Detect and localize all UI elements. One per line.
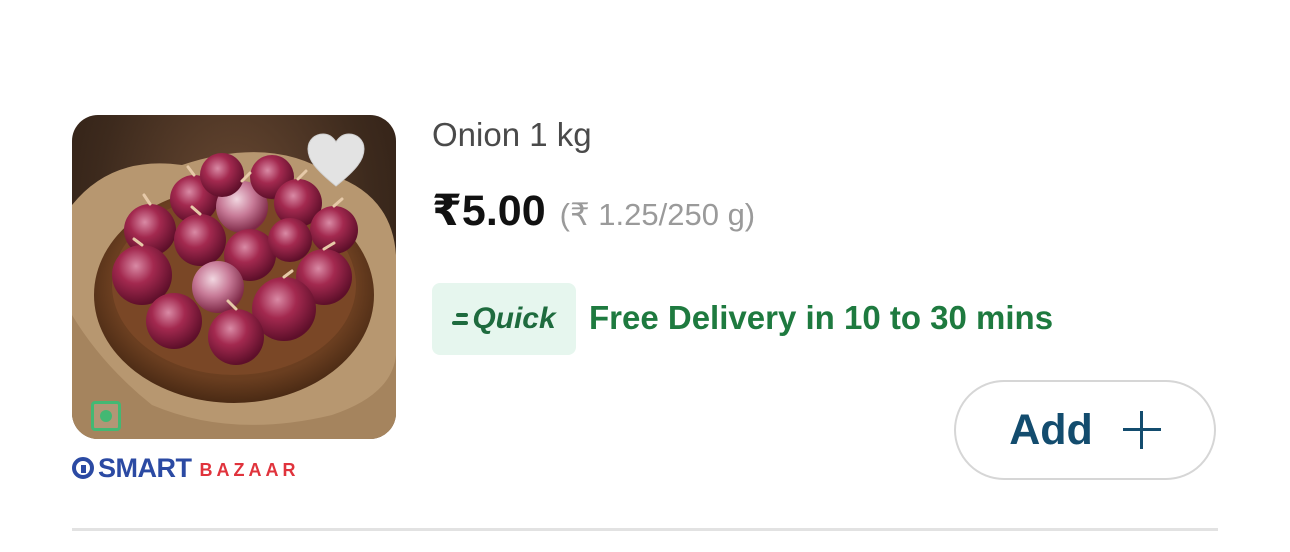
- add-button-label: Add: [1009, 405, 1093, 454]
- product-price: ₹5.00: [432, 187, 546, 235]
- delivery-info: Free Delivery in 10 to 30 mins: [589, 299, 1054, 336]
- speed-lines-icon: [452, 312, 470, 326]
- add-to-cart-button[interactable]: Add: [954, 380, 1216, 480]
- divider: [72, 528, 1218, 531]
- veg-mark-icon: [91, 401, 121, 431]
- quick-delivery-badge: Quick: [432, 283, 576, 355]
- unit-price: (₹ 1.25/250 g): [559, 197, 756, 232]
- product-card[interactable]: SMART BAZAAR Onion 1 kg ₹5.00 (₹ 1.25/25…: [0, 0, 1290, 552]
- brand-name-primary: SMART: [98, 452, 192, 483]
- brand-logo: SMART BAZAAR: [72, 452, 300, 484]
- quick-badge-label: Quick: [472, 302, 556, 335]
- price-row: ₹5.00 (₹ 1.25/250 g): [432, 186, 755, 236]
- brand-name-secondary: BAZAAR: [199, 459, 300, 480]
- heart-icon[interactable]: [306, 132, 366, 188]
- plus-icon: [1122, 411, 1161, 449]
- product-title[interactable]: Onion 1 kg: [432, 116, 592, 154]
- brand-logo-icon: [72, 457, 94, 479]
